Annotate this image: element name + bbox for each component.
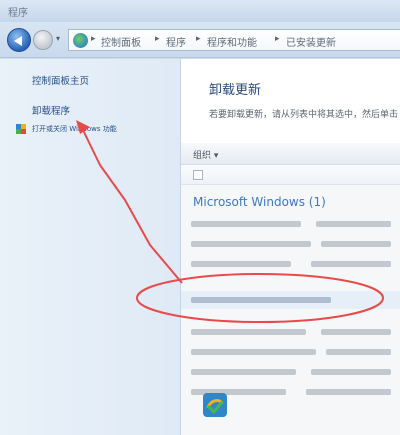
breadcrumb-separator[interactable]: ▸	[196, 34, 201, 44]
windows-update-icon[interactable]	[200, 390, 230, 420]
title-bar: 程序	[0, 0, 400, 22]
toolbar: 组织 ▾	[181, 143, 400, 165]
breadcrumb-programs-and-features[interactable]: 程序和功能	[207, 34, 257, 49]
address-bar[interactable]: ▸ 控制面板 ▸ 程序 ▸ 程序和功能 ▸ 已安装更新	[68, 29, 400, 51]
list-item[interactable]	[181, 291, 400, 309]
list-item[interactable]	[181, 255, 400, 273]
breadcrumb-programs[interactable]: 程序	[166, 34, 186, 49]
breadcrumb-separator[interactable]: ▸	[91, 34, 96, 44]
window-title: 程序	[8, 8, 28, 19]
back-arrow-icon[interactable]	[7, 28, 31, 52]
select-all-checkbox[interactable]	[193, 170, 203, 180]
task-windows-features[interactable]: 打开或关闭 Windows 功能	[32, 124, 117, 134]
task-pane: 控制面板主页 卸载程序 打开或关闭 Windows 功能	[0, 59, 181, 435]
header-box: 卸载更新 若要卸载更新，请从列表中将其选中，然后单击	[181, 59, 400, 143]
navigation-bar: ▾ ▸ 控制面板 ▸ 程序 ▸ 程序和功能 ▸ 已安装更新	[0, 22, 400, 58]
list-item[interactable]	[181, 215, 400, 233]
shield-icon	[16, 124, 26, 134]
page-description: 若要卸载更新，请从列表中将其选中，然后单击	[209, 110, 399, 120]
breadcrumb-control-panel[interactable]: 控制面板	[101, 34, 141, 49]
recent-pages-dropdown[interactable]: ▾	[56, 34, 60, 43]
breadcrumb-separator[interactable]: ▸	[155, 34, 160, 44]
column-header[interactable]	[181, 165, 400, 185]
list-item[interactable]	[181, 323, 400, 341]
breadcrumb-separator[interactable]: ▸	[275, 34, 280, 44]
group-header-windows[interactable]: Microsoft Windows (1)	[193, 195, 326, 209]
list-item[interactable]	[181, 363, 400, 381]
organize-button[interactable]: 组织 ▾	[193, 148, 218, 161]
breadcrumb-installed-updates[interactable]: 已安装更新	[286, 34, 336, 49]
page-title: 卸载更新	[209, 83, 262, 98]
forward-arrow-icon[interactable]	[33, 30, 53, 50]
list-item[interactable]	[181, 235, 400, 253]
task-uninstall-program[interactable]: 卸载程序	[32, 103, 70, 117]
list-item[interactable]	[181, 343, 400, 361]
main-pane: 卸载更新 若要卸载更新，请从列表中将其选中，然后单击 组织 ▾ Microsof…	[181, 59, 400, 435]
control-panel-icon	[73, 33, 88, 48]
task-control-panel-home[interactable]: 控制面板主页	[32, 73, 89, 87]
